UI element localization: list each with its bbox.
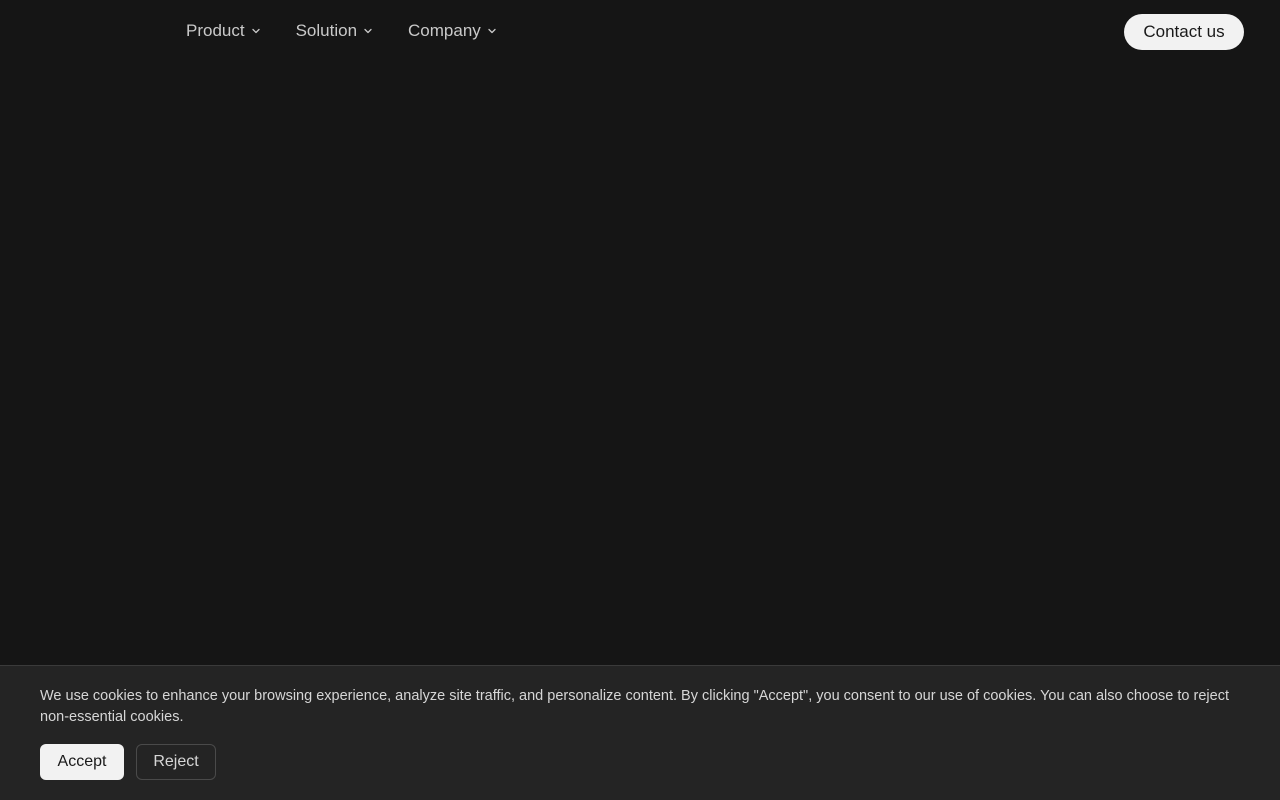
nav-item-label: Solution xyxy=(295,21,358,40)
page: Product Solution Company Contact us We u… xyxy=(0,0,1280,800)
contact-us-button[interactable]: Contact us xyxy=(1124,14,1244,50)
reject-button[interactable]: Reject xyxy=(136,744,216,780)
chevron-down-icon xyxy=(486,25,498,37)
top-navigation: Product Solution Company Contact us xyxy=(0,0,1280,64)
nav-item-label: Product xyxy=(186,21,245,40)
accept-button[interactable]: Accept xyxy=(40,744,124,780)
nav-item-label: Company xyxy=(408,21,481,40)
cookie-message: We use cookies to enhance your browsing … xyxy=(40,688,1229,725)
nav-item-solution[interactable]: Solution xyxy=(296,19,374,43)
cookie-actions: Accept Reject xyxy=(40,744,216,780)
nav-item-company[interactable]: Company xyxy=(408,19,498,43)
chevron-down-icon xyxy=(250,25,262,37)
nav-item-product[interactable]: Product xyxy=(186,19,262,43)
nav-menu: Product Solution Company xyxy=(186,19,532,43)
chevron-down-icon xyxy=(362,25,374,37)
cookie-banner: We use cookies to enhance your browsing … xyxy=(0,665,1280,800)
